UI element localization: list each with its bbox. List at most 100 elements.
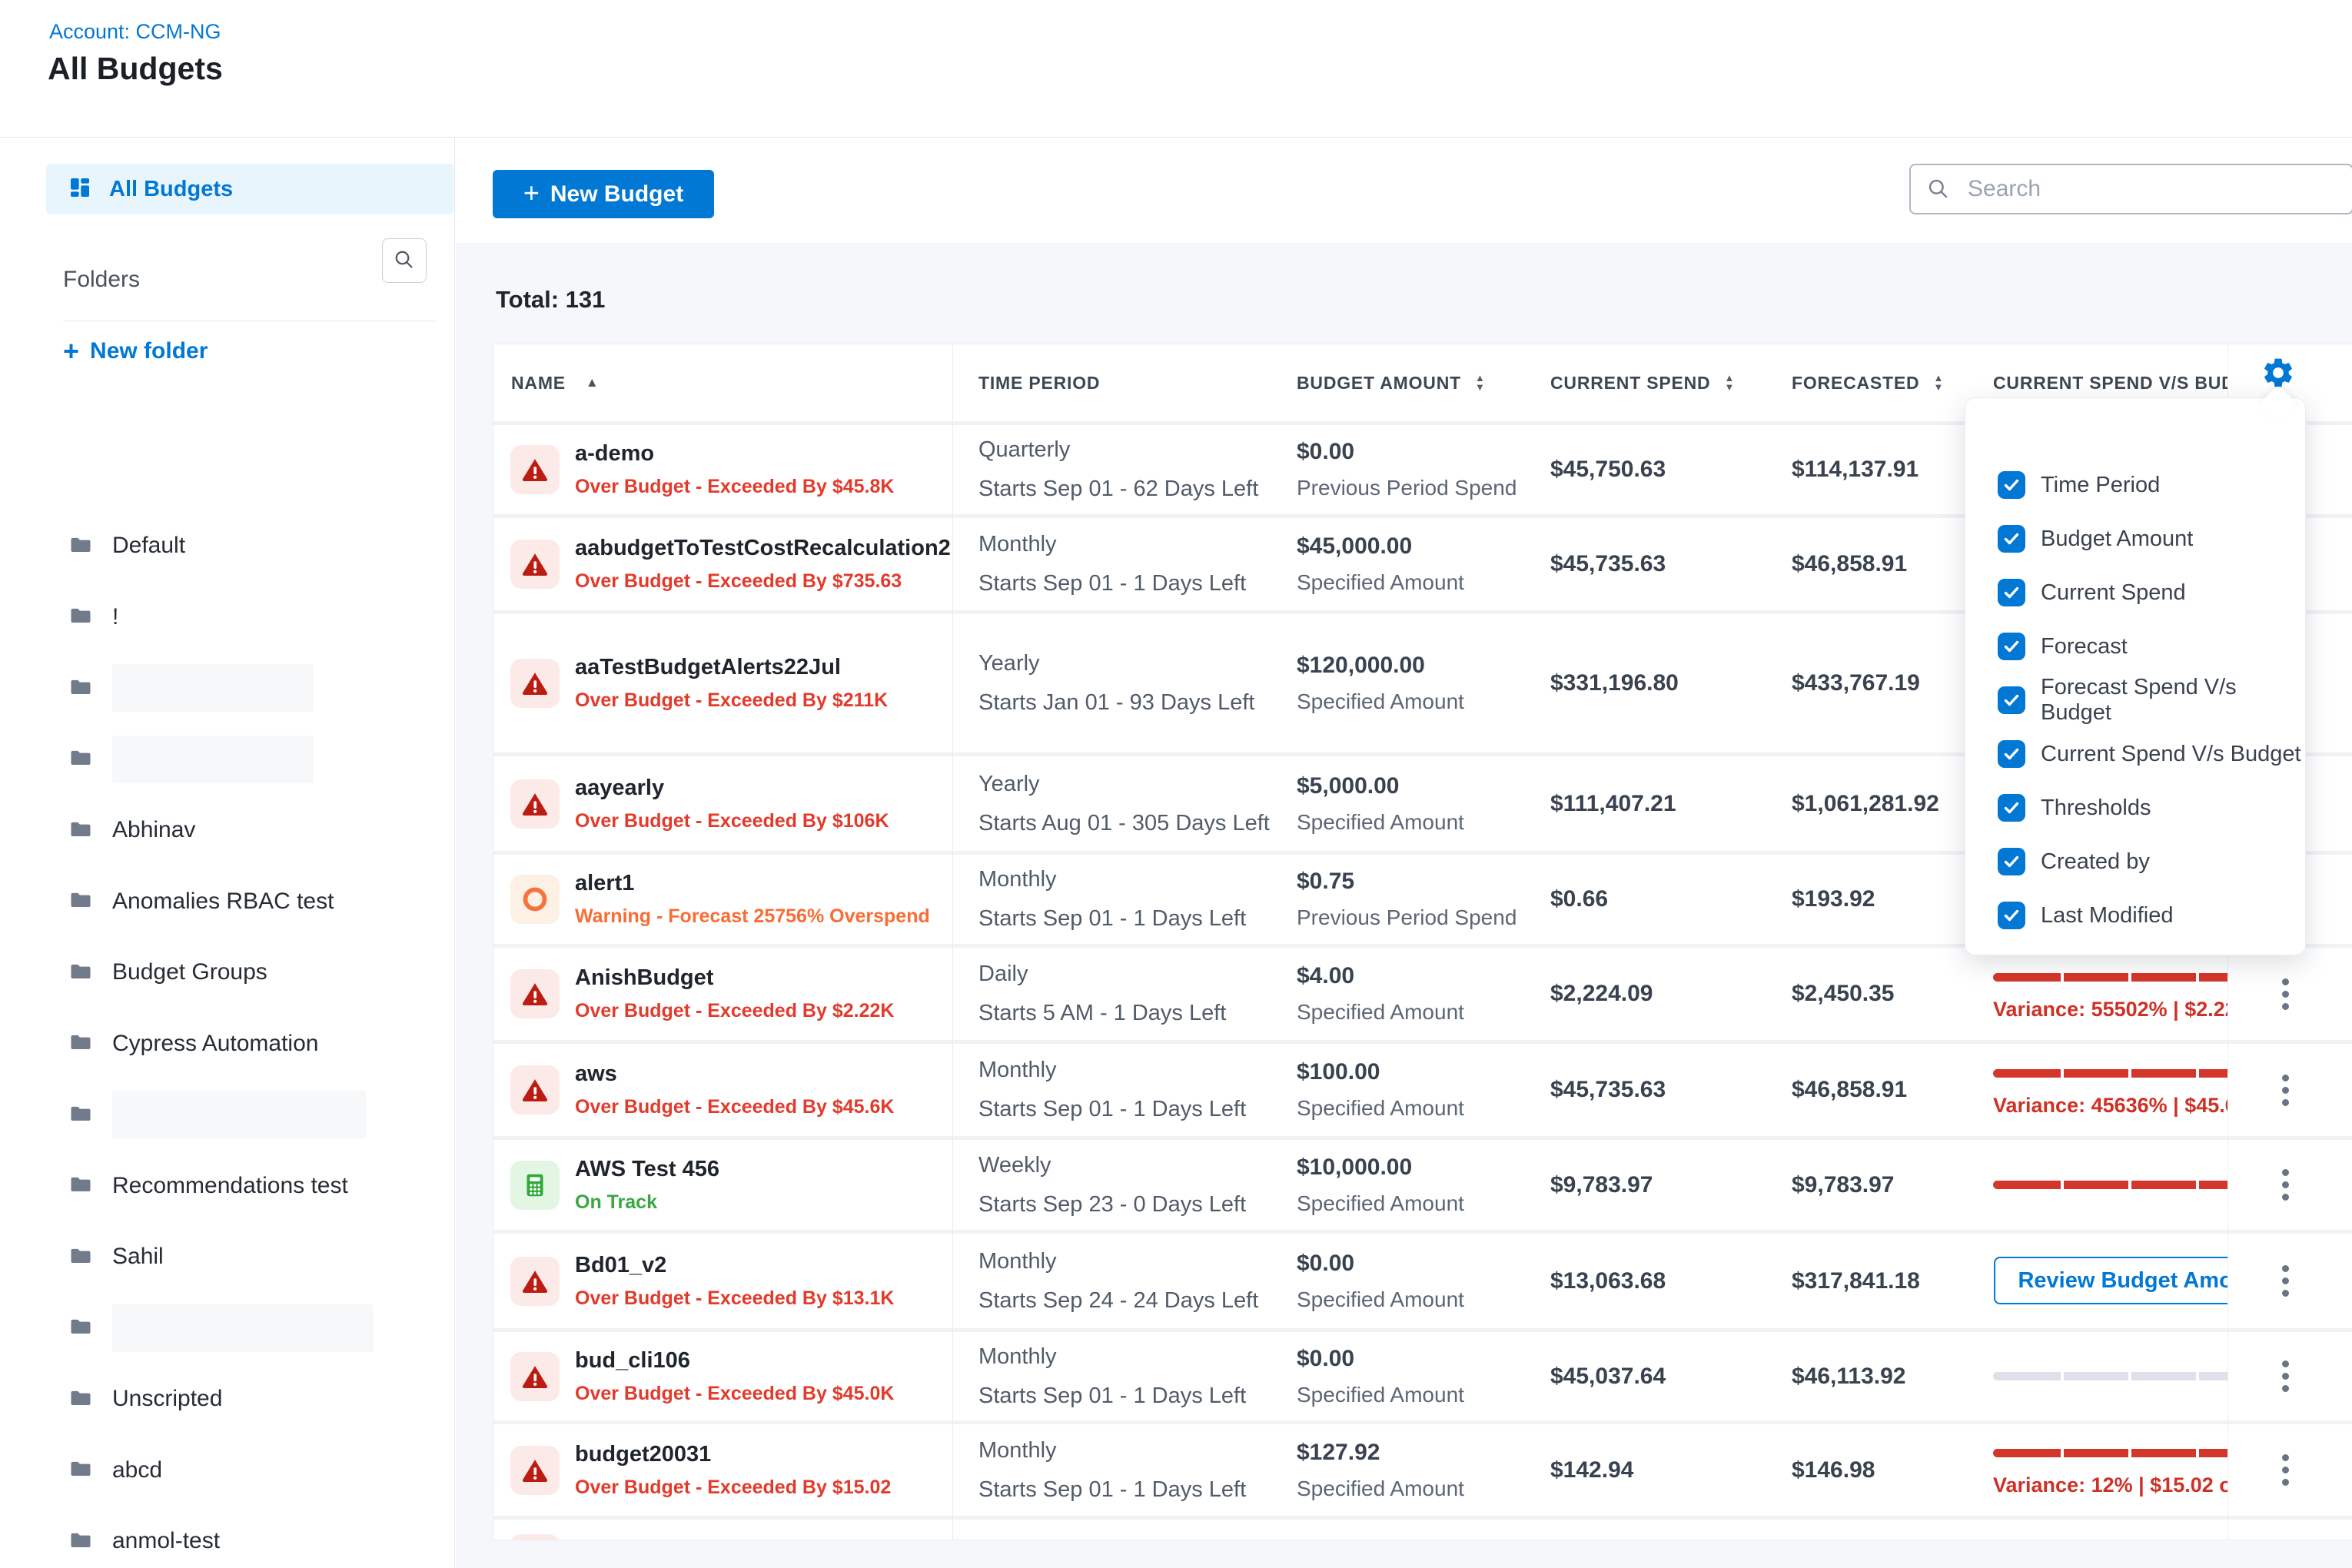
spend-vs-budget-cell	[1993, 1140, 2227, 1230]
progress-bar-red	[1993, 1181, 2227, 1189]
budget-name-cell: Bd01_v2Over Budget - Exceeded By $13.1K	[575, 1234, 894, 1328]
checked-checkbox[interactable]	[1998, 633, 2025, 660]
current-spend-cell: $9,783.97	[1550, 1140, 1653, 1230]
folder-icon	[68, 1314, 94, 1341]
checked-checkbox[interactable]	[1998, 525, 2025, 553]
table-row[interactable]: awsOver Budget - Exceeded By $45.6KMonth…	[493, 1040, 2352, 1136]
folder-icon	[68, 746, 94, 772]
checked-checkbox[interactable]	[1998, 740, 2025, 768]
folder-item-redacted[interactable]	[68, 1088, 437, 1141]
column-settings-gear-icon[interactable]	[2261, 355, 2296, 390]
row-actions-kebab-icon[interactable]	[2266, 1332, 2304, 1420]
column-menu-item[interactable]: Current Spend	[1965, 566, 2305, 620]
column-menu-item[interactable]: Budget Amount	[1965, 512, 2305, 566]
budget-name[interactable]: bud_cli106	[575, 1348, 894, 1374]
variance-text: Variance: 12% | $15.02 ove	[1993, 1473, 2227, 1497]
plus-icon: +	[523, 179, 540, 207]
budget-amount: $4.00	[1297, 963, 1464, 989]
column-header[interactable]: FORECASTED▲▼	[1792, 344, 1944, 421]
budget-name[interactable]: AWS Test 456	[575, 1157, 719, 1182]
current-spend-cell: $45,750.63	[1550, 425, 1666, 514]
status-text: Over Budget - Exceeded By $15.02	[575, 1477, 891, 1499]
row-actions-kebab-icon[interactable]	[2266, 1424, 2304, 1516]
table-row[interactable]: Bd01_v2Over Budget - Exceeded By $13.1K M…	[493, 1230, 2352, 1328]
column-header-label: NAME	[511, 373, 566, 394]
checked-checkbox[interactable]	[1998, 686, 2025, 714]
checked-checkbox[interactable]	[1998, 848, 2025, 875]
table-row[interactable]: budget20031 Over Budget - Exceeded By $15…	[493, 1420, 2352, 1516]
review-budget-amount-button[interactable]: Review Budget Amou	[1994, 1257, 2227, 1304]
folder-item[interactable]: Default	[68, 519, 437, 573]
column-menu-item[interactable]: Time Period	[1965, 458, 2305, 512]
column-header-label: CURRENT SPEND	[1550, 373, 1710, 394]
column-menu-item[interactable]: Forecast Spend V/s Budget	[1965, 673, 2305, 727]
column-header[interactable]: BUDGET AMOUNT▲▼	[1297, 344, 1486, 421]
column-menu-item[interactable]: Current Spend V/s Budget	[1965, 727, 2305, 781]
budget-name[interactable]: aabudgetToTestCostRecalculation2	[575, 536, 951, 561]
folder-icon	[68, 959, 94, 986]
budget-name[interactable]: Bd01_v2	[575, 1253, 894, 1278]
forecasted-cell: $9,783.97	[1792, 1140, 1894, 1230]
folder-item-redacted[interactable]	[68, 1301, 437, 1355]
folder-item[interactable]: Recommendations test	[68, 1159, 437, 1213]
folder-item[interactable]: anmol-test	[68, 1514, 437, 1568]
budget-name[interactable]: AnishBudget	[575, 965, 894, 991]
column-header[interactable]: NAME▲	[511, 344, 600, 421]
table-row[interactable]: bud_cli106Over Budget - Exceeded By $45.…	[493, 1328, 2352, 1420]
budget-amount-cell: $5,000.00Specified Amount	[1297, 756, 1464, 851]
forecasted-cell: $46,113.92	[1792, 1332, 1906, 1420]
new-folder-button[interactable]: + New folder	[63, 331, 208, 371]
search-icon	[1926, 177, 1951, 205]
row-actions-kebab-icon[interactable]	[2266, 1140, 2304, 1230]
status-text: On Track	[575, 1191, 719, 1214]
sidebar: All Budgets Folders + New folder Default…	[0, 138, 455, 1568]
budget-amount: $0.00	[1297, 1251, 1464, 1277]
row-actions-kebab-icon[interactable]	[2266, 1044, 2304, 1136]
breadcrumb-account-link[interactable]: Account: CCM-NG	[49, 20, 221, 44]
period-type: Monthly	[978, 1249, 1258, 1274]
search-input[interactable]	[1909, 164, 2352, 214]
folder-item-redacted[interactable]	[68, 661, 437, 715]
folder-item[interactable]: Anomalies RBAC test	[68, 875, 437, 929]
table-row-partial	[493, 1516, 2352, 1540]
column-menu-item[interactable]: Thresholds	[1965, 781, 2305, 835]
table-row[interactable]: AWS Test 456On TrackWeeklyStarts Sep 23 …	[493, 1136, 2352, 1230]
budget-name[interactable]: aws	[575, 1061, 894, 1087]
period-type: Monthly	[978, 532, 1246, 557]
folder-item[interactable]: Abhinav	[68, 803, 437, 857]
folder-item[interactable]: Sahil	[68, 1230, 437, 1284]
budget-name[interactable]: alert1	[575, 871, 930, 896]
calculator-icon	[510, 1161, 560, 1210]
checked-checkbox[interactable]	[1998, 471, 2025, 499]
row-actions-kebab-icon[interactable]	[2266, 1234, 2304, 1328]
time-period-cell: MonthlyStarts Sep 01 - 1 Days Left	[978, 855, 1246, 944]
new-budget-button[interactable]: + New Budget	[493, 170, 714, 218]
folder-item-redacted[interactable]	[68, 733, 437, 786]
budget-amount-cell: $0.00Specified Amount	[1297, 1332, 1464, 1420]
budget-name[interactable]: budget20031	[575, 1442, 891, 1467]
column-menu-item[interactable]: Created by	[1965, 835, 2305, 889]
folder-item[interactable]: Cypress Automation	[68, 1017, 437, 1071]
budget-name-cell: alert1Warning - Forecast 25756% Overspen…	[575, 855, 930, 944]
column-menu-item[interactable]: Forecast	[1965, 620, 2305, 673]
checked-checkbox[interactable]	[1998, 794, 2025, 822]
checked-checkbox[interactable]	[1998, 902, 2025, 929]
column-menu-item[interactable]: Last Modified	[1965, 889, 2305, 942]
folder-item[interactable]: Budget Groups	[68, 945, 437, 999]
table-row[interactable]: AnishBudgetOver Budget - Exceeded By $2.…	[493, 944, 2352, 1040]
column-header[interactable]: CURRENT SPEND▲▼	[1550, 344, 1735, 421]
folder-item[interactable]: !	[68, 590, 437, 644]
column-header-label: TIME PERIOD	[978, 373, 1100, 394]
row-actions-kebab-icon[interactable]	[2266, 948, 2304, 1040]
folders-search-button[interactable]	[382, 238, 427, 283]
folder-item[interactable]: Unscripted	[68, 1372, 437, 1426]
time-period-cell: MonthlyStarts Sep 24 - 24 Days Left	[978, 1234, 1258, 1328]
budget-amount-cell: $0.75Previous Period Spend	[1297, 855, 1517, 944]
budget-name[interactable]: aaTestBudgetAlerts22Jul	[575, 655, 888, 680]
sidebar-item-all-budgets[interactable]: All Budgets	[46, 164, 453, 214]
checked-checkbox[interactable]	[1998, 579, 2025, 606]
folder-item[interactable]: abcd	[68, 1443, 437, 1497]
budget-name[interactable]: aayearly	[575, 776, 889, 801]
budget-name[interactable]: a-demo	[575, 441, 894, 467]
folder-name: Sahil	[112, 1244, 164, 1270]
